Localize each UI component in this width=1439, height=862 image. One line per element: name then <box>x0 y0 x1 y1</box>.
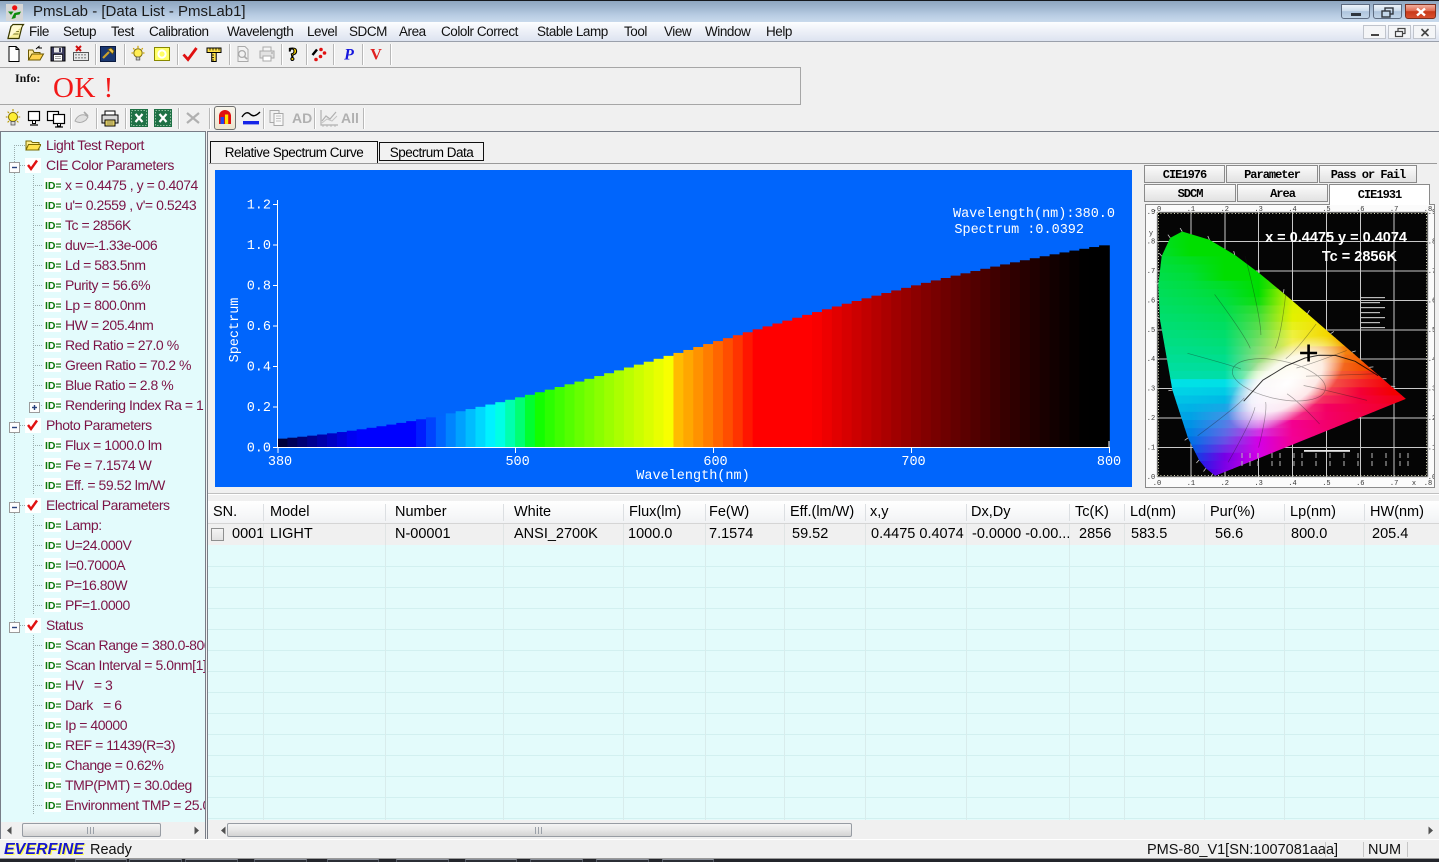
svg-text:ID=: ID= <box>45 480 61 492</box>
svg-text:y: y <box>1149 230 1153 238</box>
svg-text:.4: .4 <box>1288 480 1296 487</box>
svg-text:P: P <box>343 47 354 64</box>
svg-text:.1: .1 <box>1147 445 1155 453</box>
svg-text:.2: .2 <box>1147 415 1155 423</box>
svg-text:ID=: ID= <box>45 640 61 652</box>
svg-text:Wavelength(nm):380.0: Wavelength(nm):380.0 <box>953 207 1115 222</box>
svg-text:.5: .5 <box>1147 327 1155 335</box>
svg-text:.0: .0 <box>1428 474 1434 482</box>
svg-text:ID=: ID= <box>45 260 61 272</box>
svg-text:ID=: ID= <box>45 380 61 392</box>
svg-text:.8: .8 <box>1424 206 1432 214</box>
svg-text:ID=: ID= <box>45 180 61 192</box>
svg-text:x: x <box>1412 480 1416 487</box>
svg-text:ID=: ID= <box>45 520 61 532</box>
svg-text:.4: .4 <box>1428 356 1434 364</box>
svg-text:500: 500 <box>505 455 529 470</box>
svg-text:1.0: 1.0 <box>247 239 271 254</box>
svg-text:ID=: ID= <box>45 700 61 712</box>
svg-text:ID=: ID= <box>45 720 61 732</box>
svg-text:ID=: ID= <box>45 340 61 352</box>
svg-text:ID=: ID= <box>45 780 61 792</box>
svg-text:V: V <box>370 47 382 64</box>
svg-text:.4: .4 <box>1147 356 1155 364</box>
svg-text:.2: .2 <box>1221 206 1229 214</box>
svg-text:.8: .8 <box>1147 238 1155 246</box>
svg-text:.0: .0 <box>1153 206 1161 214</box>
svg-text:.3: .3 <box>1254 480 1262 487</box>
svg-text:380: 380 <box>268 455 292 470</box>
svg-text:.6: .6 <box>1356 206 1364 214</box>
svg-text:Spectrum: Spectrum <box>228 298 243 363</box>
svg-text:0.2: 0.2 <box>247 401 271 416</box>
svg-text:0.8: 0.8 <box>247 280 271 295</box>
svg-text:.1: .1 <box>1428 445 1434 453</box>
svg-text:ID=: ID= <box>45 240 61 252</box>
svg-text:.3: .3 <box>1254 206 1262 214</box>
svg-text:.1: .1 <box>1187 206 1195 214</box>
svg-text:ID=: ID= <box>45 440 61 452</box>
svg-text:.3: .3 <box>1428 386 1434 394</box>
svg-text:ID=: ID= <box>45 200 61 212</box>
svg-text:.6: .6 <box>1356 480 1364 487</box>
svg-text:Tc = 2856K: Tc = 2856K <box>1322 249 1398 265</box>
svg-text:ID=: ID= <box>45 220 61 232</box>
svg-text:.3: .3 <box>1147 386 1155 394</box>
svg-text:ID=: ID= <box>45 740 61 752</box>
svg-text:0.6: 0.6 <box>247 320 271 335</box>
svg-text:ID=: ID= <box>45 580 61 592</box>
svg-text:.7: .7 <box>1147 268 1155 276</box>
svg-text:0.4: 0.4 <box>247 361 271 376</box>
svg-text:.5: .5 <box>1322 480 1330 487</box>
svg-text:.0: .0 <box>1147 474 1155 482</box>
svg-text:.5: .5 <box>1428 327 1434 335</box>
svg-text:ID=: ID= <box>45 300 61 312</box>
svg-text:ID=: ID= <box>45 400 61 412</box>
svg-text:ID=: ID= <box>45 360 61 372</box>
svg-text:.6: .6 <box>1428 297 1434 305</box>
svg-text:.2: .2 <box>1221 480 1229 487</box>
svg-text:600: 600 <box>703 455 727 470</box>
svg-text:ID=: ID= <box>45 760 61 772</box>
svg-text:ID=: ID= <box>45 600 61 612</box>
svg-text:Spectrum :0.0392: Spectrum :0.0392 <box>954 223 1084 238</box>
svg-text:.7: .7 <box>1390 480 1398 487</box>
svg-text:ID=: ID= <box>45 540 61 552</box>
svg-text:ID=: ID= <box>45 280 61 292</box>
svg-text:ID=: ID= <box>45 660 61 672</box>
svg-text:.8: .8 <box>1428 238 1434 246</box>
svg-text:?: ? <box>288 45 298 63</box>
svg-text:800: 800 <box>1097 455 1121 470</box>
svg-text:ID=: ID= <box>45 680 61 692</box>
svg-text:.4: .4 <box>1288 206 1296 214</box>
svg-text:ID=: ID= <box>45 320 61 332</box>
svg-text:ID=: ID= <box>45 800 61 812</box>
svg-text:.5: .5 <box>1322 206 1330 214</box>
svg-text:1.2: 1.2 <box>247 199 271 214</box>
svg-text:ID=: ID= <box>45 560 61 572</box>
svg-text:.6: .6 <box>1147 297 1155 305</box>
svg-text:.2: .2 <box>1428 415 1434 423</box>
svg-text:x = 0.4475 y = 0.4074: x = 0.4475 y = 0.4074 <box>1265 230 1407 246</box>
svg-text:.7: .7 <box>1428 268 1434 276</box>
svg-text:.7: .7 <box>1390 206 1398 214</box>
svg-text:Wavelength(nm): Wavelength(nm) <box>636 469 749 484</box>
svg-text:700: 700 <box>901 455 925 470</box>
svg-text:ID=: ID= <box>45 460 61 472</box>
svg-text:.1: .1 <box>1187 480 1195 487</box>
